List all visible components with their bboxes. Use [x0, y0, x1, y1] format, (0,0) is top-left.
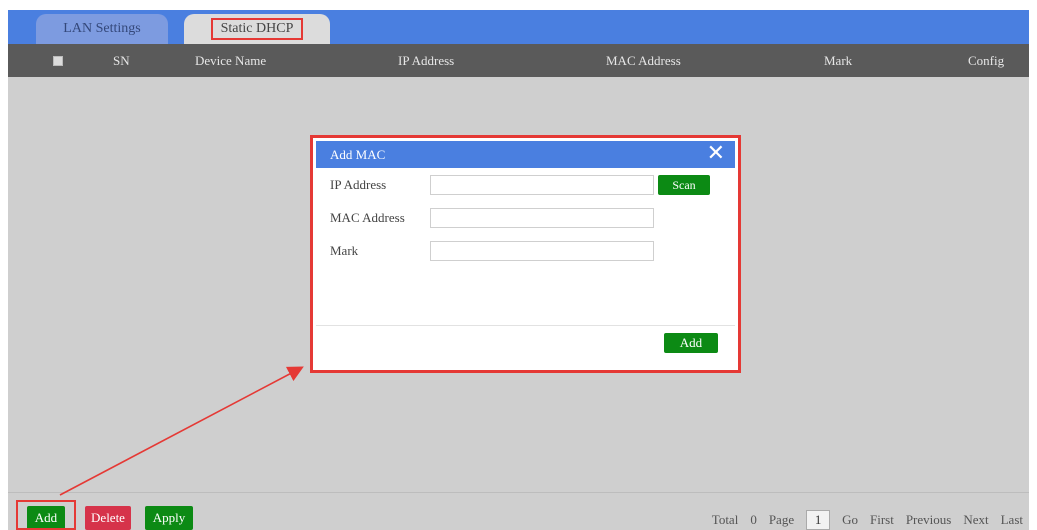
annotation-arrow: [59, 366, 304, 496]
